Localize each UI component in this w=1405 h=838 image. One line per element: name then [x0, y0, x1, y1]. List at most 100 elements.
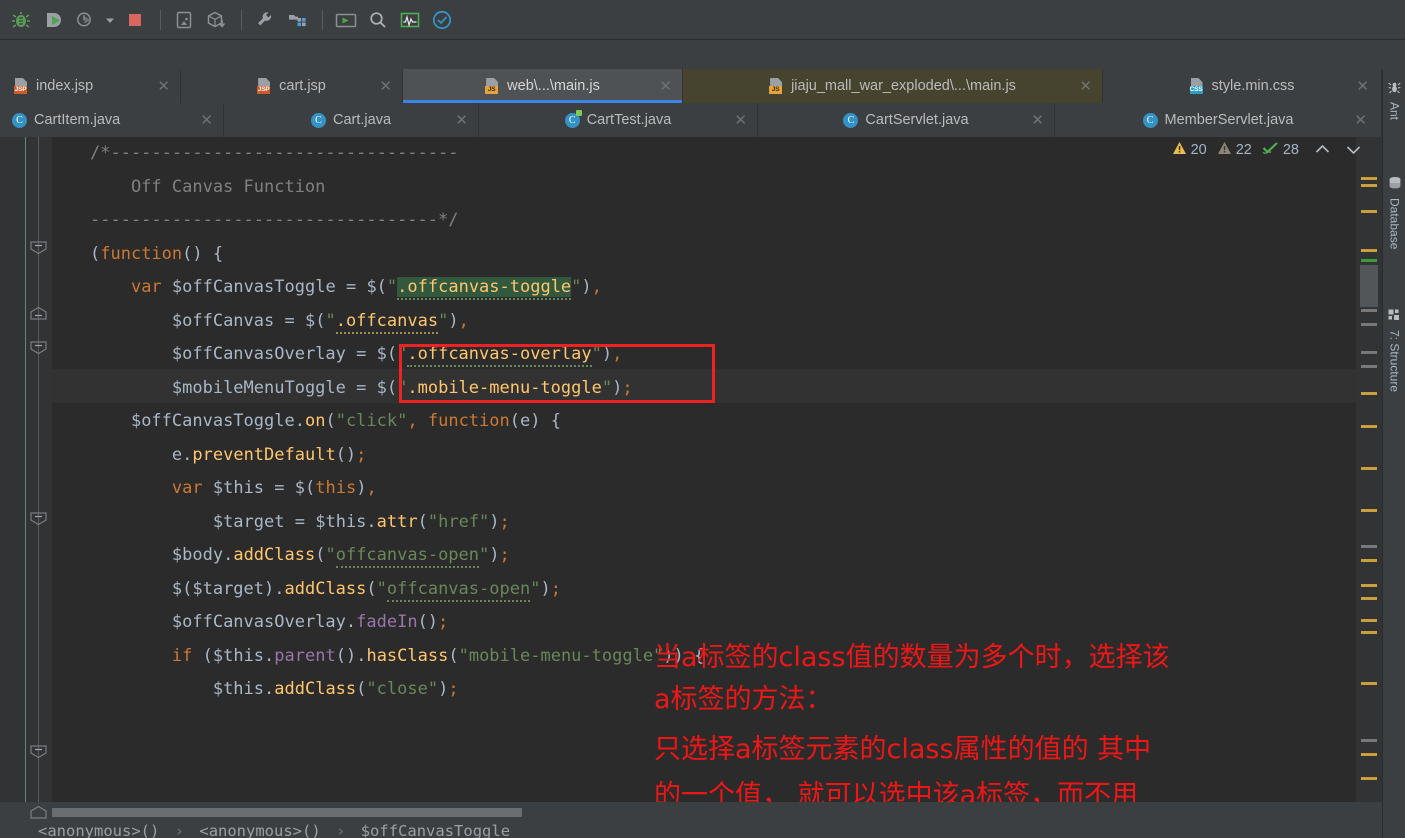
toolbar-separator — [160, 9, 161, 30]
horizontal-scrollbar-thumb[interactable] — [52, 808, 522, 817]
activity-monitor-icon[interactable] — [395, 5, 425, 35]
stripe-marker-warning[interactable] — [1361, 559, 1377, 562]
stripe-marker-warning[interactable] — [1361, 584, 1377, 587]
stripe-marker-info[interactable] — [1361, 739, 1377, 742]
tab-style-min-css[interactable]: CSS style.min.css ✕ — [1103, 69, 1382, 103]
check-circle-icon[interactable] — [427, 5, 457, 35]
tab-cartservlet-java[interactable]: C CartServlet.java ✕ — [758, 103, 1055, 137]
stripe-marker-typo[interactable] — [1361, 259, 1377, 262]
fold-marker-expand-icon[interactable] — [30, 306, 47, 320]
warnings-group[interactable]: 20 — [1172, 141, 1207, 159]
breadcrumb-item-0[interactable]: <anonymous>() — [38, 822, 159, 838]
stripe-marker-warning[interactable] — [1361, 249, 1377, 252]
profile-icon[interactable] — [70, 5, 100, 35]
stripe-marker-info[interactable] — [1361, 309, 1377, 312]
tab-close-icon[interactable]: ✕ — [734, 112, 747, 128]
toolbar-separator-3 — [322, 9, 323, 30]
update-application-icon[interactable] — [169, 5, 199, 35]
source-code[interactable]: /*---------------------------------- Off… — [90, 137, 704, 707]
stripe-marker-warning[interactable] — [1361, 392, 1377, 395]
annotation-line-1: 当a标签的class值的数量为多个时，选择该 — [654, 642, 1170, 673]
tab-label: web\...\main.js — [507, 78, 600, 94]
stripe-marker-info[interactable] — [1361, 351, 1377, 354]
breadcrumb[interactable]: <anonymous>() › <anonymous>() › $offCanv… — [38, 822, 1378, 838]
dropdown-arrow-icon[interactable] — [102, 5, 118, 35]
stripe-marker-warning[interactable] — [1361, 777, 1377, 780]
project-structure-icon[interactable] — [282, 5, 312, 35]
breadcrumb-separator: › — [174, 822, 185, 838]
tab-close-icon[interactable]: ✕ — [200, 112, 213, 128]
tab-jiaju-mall-main-js[interactable]: JS jiaju_mall_war_exploded\...\main.js ✕ — [683, 69, 1103, 103]
sidebar-item-ant[interactable]: Ant — [1383, 77, 1405, 120]
stripe-marker-warning[interactable] — [1361, 509, 1377, 512]
java-class-icon: C — [12, 112, 27, 128]
weak-warnings-group[interactable]: 22 — [1217, 141, 1252, 159]
tab-label: MemberServlet.java — [1164, 112, 1294, 128]
tab-close-icon[interactable]: ✕ — [157, 78, 170, 94]
tab-close-icon[interactable]: ✕ — [1079, 78, 1092, 94]
stripe-marker-warning[interactable] — [1361, 184, 1377, 187]
inspection-widget[interactable]: 20 22 28 — [1172, 141, 1367, 159]
deploy-artifact-icon[interactable] — [201, 5, 231, 35]
tab-close-icon[interactable]: ✕ — [379, 78, 392, 94]
prev-problem-icon[interactable] — [1309, 142, 1336, 159]
stripe-marker-info[interactable] — [1361, 545, 1377, 548]
stripe-marker-info[interactable] — [1361, 323, 1377, 326]
fold-marker-collapse-icon-3[interactable] — [30, 512, 47, 526]
tab-close-icon[interactable]: ✕ — [1356, 78, 1369, 94]
settings-wrench-icon[interactable] — [250, 5, 280, 35]
editor-tab-row-1: JSP index.jsp ✕ JSP cart.jsp ✕ JS web\..… — [0, 69, 1382, 103]
stripe-marker-warning[interactable] — [1361, 425, 1377, 428]
stripe-marker-warning[interactable] — [1361, 210, 1377, 213]
debug-icon[interactable] — [6, 5, 36, 35]
code-text-area[interactable]: /*---------------------------------- Off… — [52, 137, 1382, 802]
js-file-icon: JS — [769, 78, 784, 94]
toolbar-separator-2 — [241, 9, 242, 30]
tab-cart-jsp[interactable]: JSP cart.jsp ✕ — [181, 69, 403, 103]
stripe-marker-warning[interactable] — [1361, 177, 1377, 180]
stripe-marker-warning[interactable] — [1361, 631, 1377, 634]
tab-close-icon[interactable]: ✕ — [455, 112, 468, 128]
tab-cartitem-java[interactable]: C CartItem.java ✕ — [0, 103, 224, 137]
breadcrumb-item-2[interactable]: $offCanvasToggle — [361, 822, 510, 838]
tab-carttest-java[interactable]: C CartTest.java ✕ — [479, 103, 758, 137]
error-stripe-markers[interactable] — [1356, 137, 1382, 802]
next-problem-icon[interactable] — [1340, 142, 1367, 159]
stop-icon[interactable] — [120, 5, 150, 35]
tab-cart-java[interactable]: C Cart.java ✕ — [224, 103, 479, 137]
stripe-marker-warning[interactable] — [1361, 597, 1377, 600]
breadcrumb-item-1[interactable]: <anonymous>() — [199, 822, 320, 838]
tab-label: style.min.css — [1211, 78, 1295, 94]
bottom-fold-marker-icon[interactable] — [30, 805, 47, 819]
typos-group[interactable]: 28 — [1262, 141, 1299, 159]
stripe-marker-warning[interactable] — [1361, 682, 1377, 685]
tab-label: CartTest.java — [586, 112, 672, 128]
stripe-marker-warning[interactable] — [1361, 753, 1377, 756]
search-everywhere-icon[interactable] — [363, 5, 393, 35]
fold-marker-collapse-icon-2[interactable] — [30, 341, 47, 355]
horizontal-scrollbar[interactable] — [52, 806, 1357, 819]
tab-close-icon[interactable]: ✕ — [1031, 112, 1044, 128]
editor-gutter[interactable] — [0, 137, 26, 802]
weak-warnings-count: 22 — [1235, 142, 1252, 158]
sidebar-item-database[interactable]: Database — [1383, 172, 1405, 249]
tab-close-icon[interactable]: ✕ — [659, 78, 672, 94]
java-class-icon: C — [1142, 112, 1158, 128]
run-console-icon[interactable] — [331, 5, 361, 35]
tab-close-icon[interactable]: ✕ — [1354, 112, 1367, 128]
java-test-class-icon: C — [564, 109, 582, 128]
fold-marker-collapse-icon-4[interactable] — [30, 745, 47, 759]
tab-memberservlet-java[interactable]: C MemberServlet.java ✕ — [1055, 103, 1382, 137]
stripe-marker-warning[interactable] — [1361, 467, 1377, 470]
stripe-marker-warning[interactable] — [1361, 619, 1377, 622]
code-folding-column[interactable] — [26, 137, 52, 802]
fold-marker-collapse-icon[interactable] — [30, 241, 47, 255]
run-with-coverage-icon[interactable] — [38, 5, 68, 35]
stripe-marker-info[interactable] — [1361, 365, 1377, 368]
sidebar-item-label: 7: Structure — [1387, 330, 1402, 393]
tab-label: Cart.java — [332, 112, 392, 128]
sidebar-item-structure[interactable]: 7: Structure — [1383, 305, 1405, 392]
tab-web-main-js[interactable]: JS web\...\main.js ✕ — [403, 69, 683, 103]
stripe-scroll-thumb[interactable] — [1360, 265, 1378, 307]
tab-index-jsp[interactable]: JSP index.jsp ✕ — [0, 69, 181, 103]
